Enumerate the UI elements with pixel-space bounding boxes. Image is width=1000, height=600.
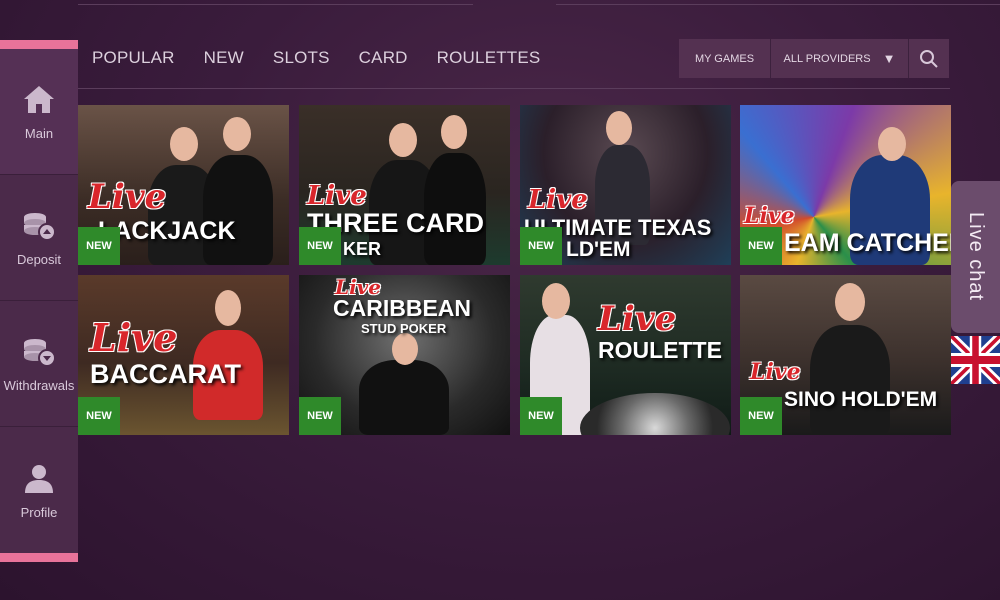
deposit-coins-icon (24, 213, 56, 241)
uk-flag-icon[interactable] (951, 336, 1000, 384)
live-label: Live (744, 203, 795, 229)
live-chat-label: Live chat (965, 212, 987, 302)
new-badge: NEW (299, 397, 341, 435)
new-badge: NEW (740, 397, 782, 435)
game-title: ROULETTE (598, 337, 722, 363)
sidebar-item-label: Deposit (16, 252, 62, 267)
tab-card[interactable]: CARD (359, 48, 408, 68)
game-tile-caribbean-stud-poker[interactable]: Live CARIBBEAN STUD POKER NEW (299, 275, 510, 435)
chevron-down-icon: ▼ (882, 51, 896, 66)
new-badge: NEW (520, 397, 562, 435)
new-badge: NEW (520, 227, 562, 265)
sidebar-accent-bottom (0, 553, 78, 562)
new-badge: NEW (78, 397, 120, 435)
game-title: BACCARAT (90, 359, 241, 389)
live-label: Live (88, 177, 167, 217)
game-tile-blackjack[interactable]: Live LACKJACK NEW (78, 105, 289, 265)
tab-popular[interactable]: POPULAR (92, 48, 175, 68)
live-label: Live (307, 181, 367, 211)
game-title: EAM CATCHER (784, 229, 951, 257)
new-badge: NEW (78, 227, 120, 265)
new-badge: NEW (299, 227, 341, 265)
category-nav: POPULAR NEW SLOTS CARD ROULETTES (92, 48, 540, 68)
new-badge: NEW (740, 227, 782, 265)
tab-roulettes[interactable]: ROULETTES (437, 48, 541, 68)
home-icon (24, 86, 54, 113)
tab-slots[interactable]: SLOTS (273, 48, 330, 68)
search-button[interactable] (909, 39, 949, 78)
sidebar-item-profile[interactable]: Profile (0, 427, 78, 553)
sidebar-item-label: Profile (20, 504, 58, 520)
live-label: Live (528, 185, 588, 215)
game-subtitle: KER (343, 239, 382, 259)
sidebar-item-label: Main (24, 126, 54, 141)
sidebar-item-deposit[interactable]: Deposit (0, 175, 78, 301)
user-icon (25, 464, 53, 493)
game-title: SINO HOLD'EM (784, 388, 938, 411)
sidebar-accent-top (0, 40, 78, 49)
withdrawal-coins-icon (24, 339, 56, 367)
game-tile-casino-holdem[interactable]: Live SINO HOLD'EM NEW (740, 275, 951, 435)
game-tile-baccarat[interactable]: Live BACCARAT NEW (78, 275, 289, 435)
filter-bar: MY GAMES ALL PROVIDERS ▼ (679, 39, 949, 78)
nav-divider (78, 88, 950, 89)
my-games-button[interactable]: MY GAMES (679, 39, 771, 78)
game-subtitle: LD'EM (566, 238, 631, 261)
game-subtitle: STUD POKER (361, 321, 447, 336)
sidebar-item-withdrawals[interactable]: Withdrawals (0, 301, 78, 427)
live-label: Live (90, 315, 178, 360)
game-tile-ultimate-texas-holdem[interactable]: Live ULTIMATE TEXAS LD'EM NEW (520, 105, 731, 265)
sidebar-item-label: Withdrawals (3, 378, 75, 393)
game-tile-roulette[interactable]: Live ROULETTE NEW (520, 275, 731, 435)
search-icon (920, 49, 938, 68)
sidebar-item-main[interactable]: Main (0, 49, 78, 175)
game-tile-three-card-poker[interactable]: Live THREE CARD KER NEW (299, 105, 510, 265)
live-label: Live (750, 359, 801, 385)
game-title: CARIBBEAN (333, 295, 471, 321)
top-divider (78, 0, 1000, 6)
providers-dropdown[interactable]: ALL PROVIDERS ▼ (771, 39, 909, 78)
live-chat-button[interactable]: Live chat (951, 181, 1000, 333)
sidebar: Main Deposit Withdrawals Profile (0, 40, 78, 562)
game-tile-dream-catcher[interactable]: Live EAM CATCHER NEW (740, 105, 951, 265)
live-label: Live (598, 299, 677, 339)
providers-label: ALL PROVIDERS (783, 52, 871, 65)
tab-new[interactable]: NEW (204, 48, 244, 68)
